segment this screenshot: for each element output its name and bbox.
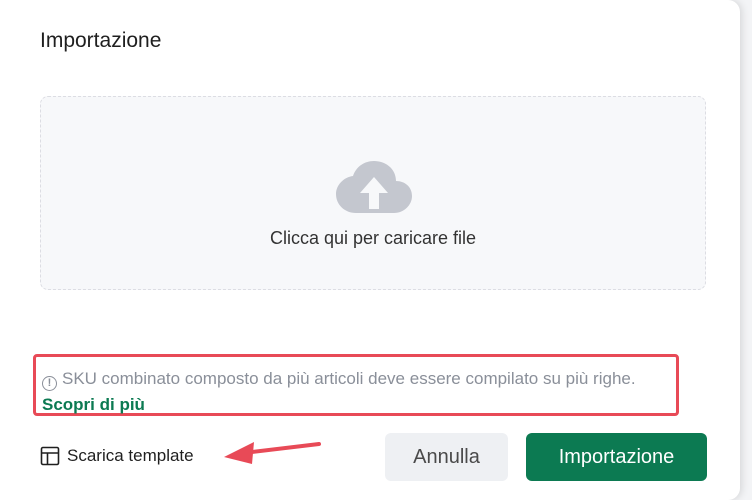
upload-instruction: Clicca qui per caricare file bbox=[269, 228, 477, 248]
import-dialog: Importazione Clicca qui per caricare fil… bbox=[0, 0, 740, 500]
annotation-arrow bbox=[224, 442, 321, 464]
file-upload-dropzone[interactable]: Clicca qui per caricare file bbox=[40, 96, 706, 290]
cloud-upload-icon bbox=[336, 161, 412, 213]
download-template-button[interactable]: Scarica template bbox=[40, 444, 194, 468]
cancel-button[interactable]: Annulla bbox=[385, 433, 508, 481]
import-button[interactable]: Importazione bbox=[526, 433, 707, 481]
learn-more-link[interactable]: Scopri di più bbox=[42, 395, 145, 414]
annotation-highlight-box: ! SKU combinato composto da più articoli … bbox=[33, 354, 679, 416]
download-template-label: Scarica template bbox=[67, 446, 194, 465]
notice-text: SKU combinato composto da più articoli d… bbox=[62, 369, 636, 388]
dialog-title: Importazione bbox=[40, 29, 162, 52]
notice-message: ! SKU combinato composto da più articoli … bbox=[42, 366, 672, 418]
info-circle-icon: ! bbox=[42, 376, 57, 391]
layout-template-icon bbox=[40, 446, 60, 466]
